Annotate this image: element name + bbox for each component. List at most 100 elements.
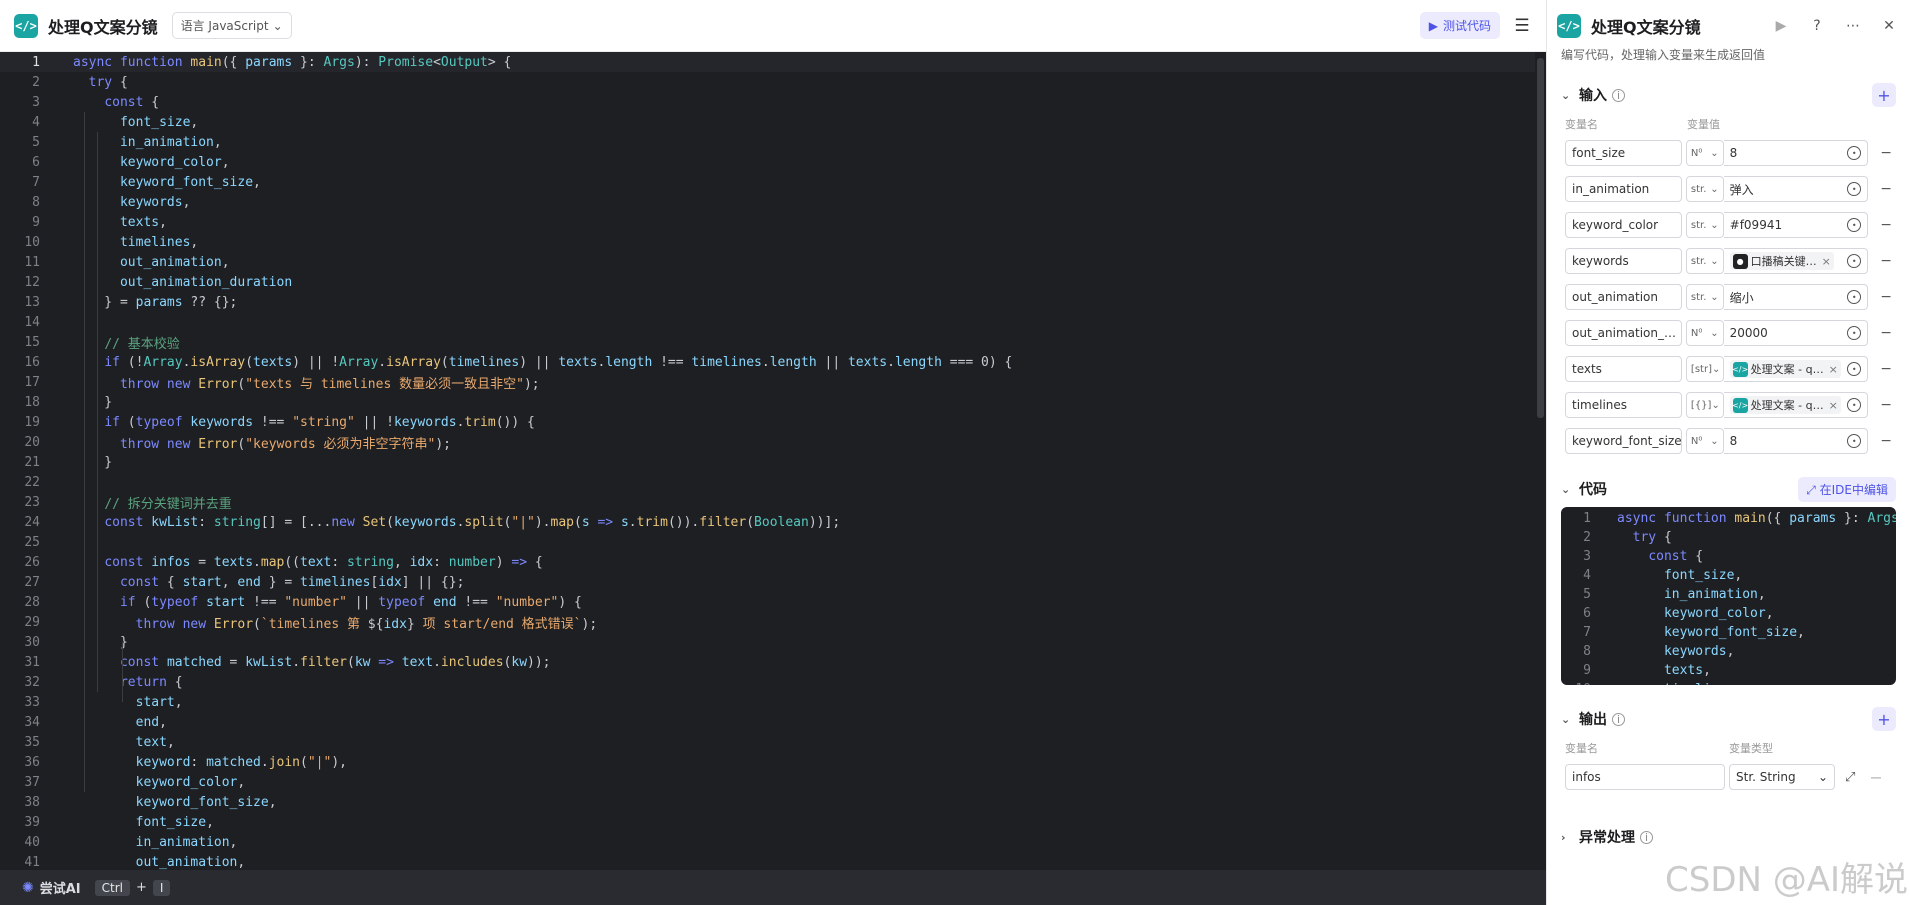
code-line[interactable]: 24 const kwList: string[] = [...new Set(… — [0, 512, 1535, 532]
remove-input-icon[interactable]: − — [1880, 217, 1892, 233]
input-type-select[interactable]: N⁰ ⌄ — [1685, 320, 1724, 346]
input-value-field[interactable]: 8 • — [1723, 140, 1869, 166]
code-line[interactable]: 30 } — [0, 632, 1535, 652]
code-line[interactable]: 7 keyword_font_size, — [0, 172, 1535, 192]
input-name-field[interactable]: keywords — [1565, 248, 1682, 274]
chevron-down-icon[interactable]: ⌄ — [1561, 89, 1575, 102]
code-line[interactable]: 23 // 拆分关键词并去重 — [0, 492, 1535, 512]
variable-picker-icon[interactable]: • — [1847, 290, 1862, 304]
code-line[interactable]: 25 — [0, 532, 1535, 552]
code-line[interactable]: 13 } = params ?? {}; — [0, 292, 1535, 312]
test-code-button[interactable]: ▶ 测试代码 — [1419, 12, 1500, 39]
code-line[interactable]: 6 keyword_color, — [0, 152, 1535, 172]
code-line[interactable]: 9 texts, — [0, 212, 1535, 232]
variable-reference-tag[interactable]: ● 口播稿关键… × — [1729, 252, 1834, 270]
code-line[interactable]: 3 const { — [0, 92, 1535, 112]
variable-picker-icon[interactable]: • — [1847, 362, 1862, 376]
more-icon[interactable]: ⋯ — [1842, 18, 1864, 34]
try-ai-button[interactable]: 尝试AI — [40, 878, 81, 897]
code-line[interactable]: 4 font_size, — [0, 112, 1535, 132]
add-output-button[interactable]: + — [1872, 707, 1896, 731]
code-line[interactable]: 20 throw new Error("keywords 必须为非空字符串"); — [0, 432, 1535, 452]
chevron-down-icon[interactable]: ⌄ — [1561, 483, 1575, 496]
code-line[interactable]: 35 text, — [0, 732, 1535, 752]
code-line[interactable]: 36 keyword: matched.join("|"), — [0, 752, 1535, 772]
input-value-field[interactable]: ● 口播稿关键… × • — [1723, 248, 1869, 274]
output-section-header[interactable]: ⌄ 输出 i + — [1547, 701, 1910, 737]
input-value-field[interactable]: 缩小 • — [1723, 284, 1869, 310]
chevron-right-icon[interactable]: › — [1561, 831, 1575, 844]
code-line[interactable]: 22 — [0, 472, 1535, 492]
input-name-field[interactable]: keyword_font_size — [1565, 428, 1682, 454]
code-line[interactable]: 26 const infos = texts.map((text: string… — [0, 552, 1535, 572]
code-line[interactable]: 19 if (typeof keywords !== "string" || !… — [0, 412, 1535, 432]
input-name-field[interactable]: out_animation — [1565, 284, 1682, 310]
code-line[interactable]: 21 } — [0, 452, 1535, 472]
code-line[interactable]: 15 // 基本校验 — [0, 332, 1535, 352]
variable-reference-tag[interactable]: </> 处理文案 - q… × — [1729, 360, 1841, 378]
code-line[interactable]: 1 async function main({ params }: Args): … — [0, 52, 1535, 72]
remove-input-icon[interactable]: − — [1880, 433, 1892, 449]
code-line[interactable]: 11 out_animation, — [0, 252, 1535, 272]
input-section-header[interactable]: ⌄ 输入 i + — [1547, 77, 1910, 113]
code-line[interactable]: 38 keyword_font_size, — [0, 792, 1535, 812]
code-line[interactable]: 5 in_animation, — [0, 132, 1535, 152]
code-line[interactable]: 10 timelines, — [0, 232, 1535, 252]
info-icon[interactable]: i — [1612, 88, 1625, 102]
remove-input-icon[interactable]: − — [1880, 325, 1892, 341]
input-name-field[interactable]: in_animation — [1565, 176, 1682, 202]
code-line[interactable]: 8 keywords, — [0, 192, 1535, 212]
input-value-field[interactable]: #f09941 • — [1723, 212, 1869, 238]
info-icon[interactable]: i — [1612, 712, 1625, 726]
variable-picker-icon[interactable]: • — [1847, 182, 1862, 196]
remove-input-icon[interactable]: − — [1880, 181, 1892, 197]
close-icon[interactable]: × — [1822, 255, 1831, 268]
input-type-select[interactable]: [{}] ⌄ — [1685, 392, 1724, 418]
variable-picker-icon[interactable]: • — [1847, 326, 1862, 340]
input-name-field[interactable]: out_animation_… — [1565, 320, 1682, 346]
variable-picker-icon[interactable]: • — [1847, 254, 1862, 268]
input-name-field[interactable]: timelines — [1565, 392, 1682, 418]
input-value-field[interactable]: </> 处理文案 - q… × • — [1723, 356, 1869, 382]
code-line[interactable]: 14 — [0, 312, 1535, 332]
input-type-select[interactable]: N⁰ ⌄ — [1685, 428, 1724, 454]
play-icon[interactable]: ▶ — [1770, 18, 1792, 34]
code-line[interactable]: 27 const { start, end } = timelines[idx]… — [0, 572, 1535, 592]
input-name-field[interactable]: keyword_color — [1565, 212, 1682, 238]
code-line[interactable]: 37 keyword_color, — [0, 772, 1535, 792]
code-line[interactable]: 12 out_animation_duration — [0, 272, 1535, 292]
input-type-select[interactable]: [str] ⌄ — [1685, 356, 1724, 382]
code-line[interactable]: 40 in_animation, — [0, 832, 1535, 852]
close-icon[interactable]: ✕ — [1878, 18, 1900, 34]
remove-input-icon[interactable]: − — [1880, 361, 1892, 377]
code-preview[interactable]: 1 async function main({ params }: Args): … — [1561, 507, 1896, 685]
input-type-select[interactable]: str. ⌄ — [1685, 212, 1724, 238]
code-line[interactable]: 32 return { — [0, 672, 1535, 692]
input-value-field[interactable]: 20000 • — [1723, 320, 1869, 346]
variable-picker-icon[interactable]: • — [1847, 146, 1862, 160]
code-line[interactable]: 18 } — [0, 392, 1535, 412]
close-icon[interactable]: × — [1829, 363, 1838, 376]
close-icon[interactable]: × — [1829, 399, 1838, 412]
code-line[interactable]: 34 end, — [0, 712, 1535, 732]
info-icon[interactable]: i — [1640, 830, 1653, 844]
add-input-button[interactable]: + — [1872, 83, 1896, 107]
code-area[interactable]: 1 async function main({ params }: Args): … — [0, 52, 1535, 870]
remove-output-icon[interactable]: − — [1869, 768, 1882, 787]
code-line[interactable]: 33 start, — [0, 692, 1535, 712]
code-section-header[interactable]: ⌄ 代码 ⤢ 在IDE中编辑 — [1547, 471, 1910, 507]
input-name-field[interactable]: font_size — [1565, 140, 1682, 166]
input-type-select[interactable]: N⁰ ⌄ — [1685, 140, 1724, 166]
remove-input-icon[interactable]: − — [1880, 397, 1892, 413]
code-line[interactable]: 16 if (!Array.isArray(texts) || !Array.i… — [0, 352, 1535, 372]
variable-picker-icon[interactable]: • — [1847, 218, 1862, 232]
edit-in-ide-button[interactable]: ⤢ 在IDE中编辑 — [1798, 476, 1896, 502]
input-name-field[interactable]: texts — [1565, 356, 1682, 382]
code-line[interactable]: 2 try { — [0, 72, 1535, 92]
input-type-select[interactable]: str. ⌄ — [1685, 248, 1724, 274]
chevron-down-icon[interactable]: ⌄ — [1561, 713, 1575, 726]
editor-scrollbar-thumb[interactable] — [1537, 58, 1544, 418]
output-name-field[interactable]: infos — [1565, 764, 1725, 790]
help-icon[interactable]: ? — [1806, 18, 1828, 34]
remove-input-icon[interactable]: − — [1880, 289, 1892, 305]
